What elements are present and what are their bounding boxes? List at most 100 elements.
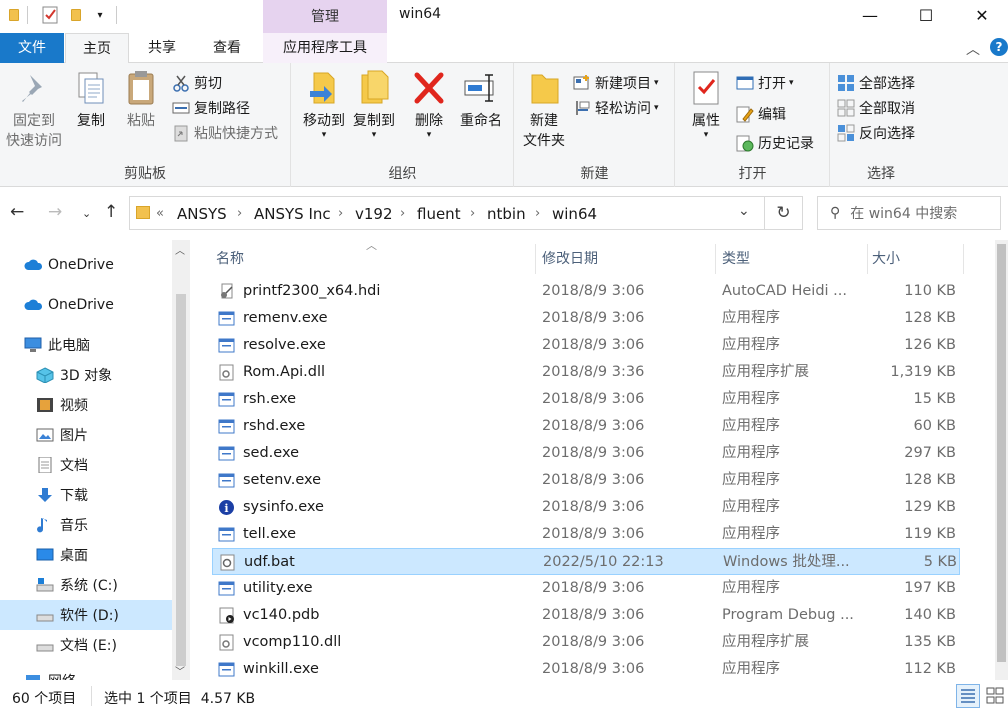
paste-shortcut-button[interactable]: 粘贴快捷方式 [172,121,278,145]
nav-item-downloads[interactable]: 下载 [0,480,172,510]
easy-access-button[interactable]: 轻松访问 ▾ [573,96,659,120]
nav-item-videos[interactable]: 视频 [0,390,172,420]
nav-item-3d-objects[interactable]: 3D 对象 [0,360,172,390]
breadcrumb-win64[interactable]: win64 [552,205,597,223]
file-row[interactable]: rshd.exe 2018/8/9 3:06 应用程序 60 KB [212,413,960,440]
recent-locations-button[interactable]: ⌄ [82,207,91,220]
file-row[interactable]: vcomp110.dll 2018/8/9 3:06 应用程序扩展 135 KB [212,629,960,656]
status-selection: 选中 1 个项目 4.57 KB [104,691,256,707]
properties-button[interactable]: 属性 ▾ [682,69,730,140]
breadcrumb-fluent[interactable]: fluent [417,205,461,223]
tab-file[interactable]: 文件 [0,33,64,63]
breadcrumb-overflow[interactable]: « [156,206,164,221]
address-row: ← → ⌄ ↑ « ANSYS › ANSYS Inc › v192 › flu… [0,188,1008,240]
breadcrumb-separator[interactable]: › [400,206,405,221]
copy-path-button[interactable]: 复制路径 [172,96,250,120]
scroll-up-icon[interactable]: ︿ [175,242,185,257]
file-row[interactable]: tell.exe 2018/8/9 3:06 应用程序 119 KB [212,521,960,548]
refresh-button[interactable]: ↻ [765,196,803,230]
file-row[interactable]: winkill.exe 2018/8/9 3:06 应用程序 112 KB [212,656,960,680]
new-folder-quick-icon[interactable] [68,6,84,24]
new-folder-button[interactable]: 新建 文件夹 [519,69,569,151]
large-icons-view-button[interactable] [984,684,1006,708]
navigation-scroll-thumb[interactable] [176,294,186,666]
column-header-type[interactable]: 类型 [718,244,868,274]
edit-button[interactable]: 编辑 [736,102,786,126]
nav-item-this-pc[interactable]: 此电脑 [0,330,172,360]
nav-item-music[interactable]: 音乐 [0,510,172,540]
column-header-date[interactable]: 修改日期 [538,244,716,274]
breadcrumb-separator[interactable]: › [338,206,343,221]
forward-button[interactable]: → [48,202,62,222]
file-row[interactable]: remenv.exe 2018/8/9 3:06 应用程序 128 KB [212,305,960,332]
nav-item-onedrive-2[interactable]: OneDrive [0,290,172,320]
tab-share[interactable]: 共享 [130,33,194,63]
nav-item-onedrive[interactable]: OneDrive [0,250,172,280]
customize-toolbar-icon[interactable]: ▾ [92,6,108,24]
exe-icon [218,526,235,543]
nav-label: 此电脑 [48,338,90,354]
nav-item-documents[interactable]: 文档 [0,450,172,480]
breadcrumb-ntbin[interactable]: ntbin [487,205,526,223]
invert-selection-button[interactable]: 反向选择 [837,121,915,145]
nav-item-drive-d[interactable]: 软件 (D:) [0,600,172,630]
nav-item-drive-c[interactable]: 系统 (C:) [0,570,172,600]
file-list-scroll-thumb[interactable] [997,244,1006,662]
tab-home[interactable]: 主页 [65,33,129,64]
select-all-button[interactable]: 全部选择 [837,71,915,95]
nav-item-pictures[interactable]: 图片 [0,420,172,450]
new-item-button[interactable]: 新建项目 ▾ [573,71,659,95]
address-bar[interactable]: « ANSYS › ANSYS Inc › v192 › fluent › nt… [129,196,765,230]
file-row[interactable]: i sysinfo.exe 2018/8/9 3:06 应用程序 129 KB [212,494,960,521]
cut-button[interactable]: 剪切 [172,71,222,95]
ribbon: 固定到 快速访问 复制 粘贴 剪切 复制路径 粘贴快捷方式 剪贴板 移动到 ▾ … [0,63,1008,187]
close-button[interactable]: ✕ [954,0,1008,30]
file-row[interactable]: printf2300_x64.hdi 2018/8/9 3:06 AutoCAD H… [212,278,960,305]
breadcrumb-ansys[interactable]: ANSYS [177,205,227,223]
copy-button[interactable]: 复制 [70,69,112,131]
file-row[interactable]: vc140.pdb 2018/8/9 3:06 Program Debug ... 1… [212,602,960,629]
file-row[interactable]: Rom.Api.dll 2018/8/9 3:36 应用程序扩展 1,319 KB [212,359,960,386]
select-none-button[interactable]: 全部取消 [837,96,915,120]
breadcrumb-separator[interactable]: › [535,206,540,221]
file-row[interactable]: setenv.exe 2018/8/9 3:06 应用程序 128 KB [212,467,960,494]
nav-label: 3D 对象 [60,368,113,384]
file-row[interactable]: resolve.exe 2018/8/9 3:06 应用程序 126 KB [212,332,960,359]
minimize-button[interactable]: — [842,0,898,30]
select-none-icon [837,99,855,117]
move-to-button[interactable]: 移动到 ▾ [300,69,348,140]
properties-quick-icon[interactable] [42,6,58,24]
nav-item-drive-e[interactable]: 文档 (E:) [0,630,172,660]
collapse-ribbon-icon[interactable]: ︿ [966,39,980,59]
breadcrumb-separator[interactable]: › [237,206,242,221]
delete-button[interactable]: 删除 ▾ [410,69,448,140]
search-input[interactable]: ⚲ 在 win64 中搜索 [817,196,1001,230]
file-row[interactable]: rsh.exe 2018/8/9 3:06 应用程序 15 KB [212,386,960,413]
breadcrumb-ansys-inc[interactable]: ANSYS Inc [254,205,331,223]
breadcrumb-separator[interactable]: › [470,206,475,221]
address-dropdown-icon[interactable]: ⌄ [738,203,750,219]
history-button[interactable]: 历史记录 [736,131,814,155]
details-view-button[interactable] [956,684,980,708]
maximize-button[interactable]: ☐ [898,0,954,30]
file-row[interactable]: sed.exe 2018/8/9 3:06 应用程序 297 KB [212,440,960,467]
breadcrumb-v192[interactable]: v192 [355,205,393,223]
open-button[interactable]: 打开 ▾ [736,71,794,95]
tab-view[interactable]: 查看 [195,33,259,63]
up-button[interactable]: ↑ [104,202,118,222]
file-row[interactable]: utility.exe 2018/8/9 3:06 应用程序 197 KB [212,575,960,602]
column-header-size[interactable]: 大小 [868,244,964,274]
exe-icon [218,391,235,408]
back-button[interactable]: ← [10,202,24,222]
tab-app-tools[interactable]: 应用程序工具 [263,33,387,63]
file-row[interactable]: udf.bat 2022/5/10 22:13 Windows 批处理... 5 KB [212,548,960,575]
copy-to-button[interactable]: 复制到 ▾ [350,69,398,140]
help-icon[interactable]: ? [990,38,1008,56]
pin-quick-access-button[interactable]: 固定到 快速访问 [2,69,66,151]
paste-shortcut-icon [172,124,190,142]
nav-item-desktop[interactable]: 桌面 [0,540,172,570]
context-tab-manage[interactable]: 管理 [263,0,387,33]
paste-button[interactable]: 粘贴 [120,69,162,131]
nav-item-network[interactable]: 网络 [0,666,172,680]
rename-button[interactable]: 重命名 [456,69,506,131]
